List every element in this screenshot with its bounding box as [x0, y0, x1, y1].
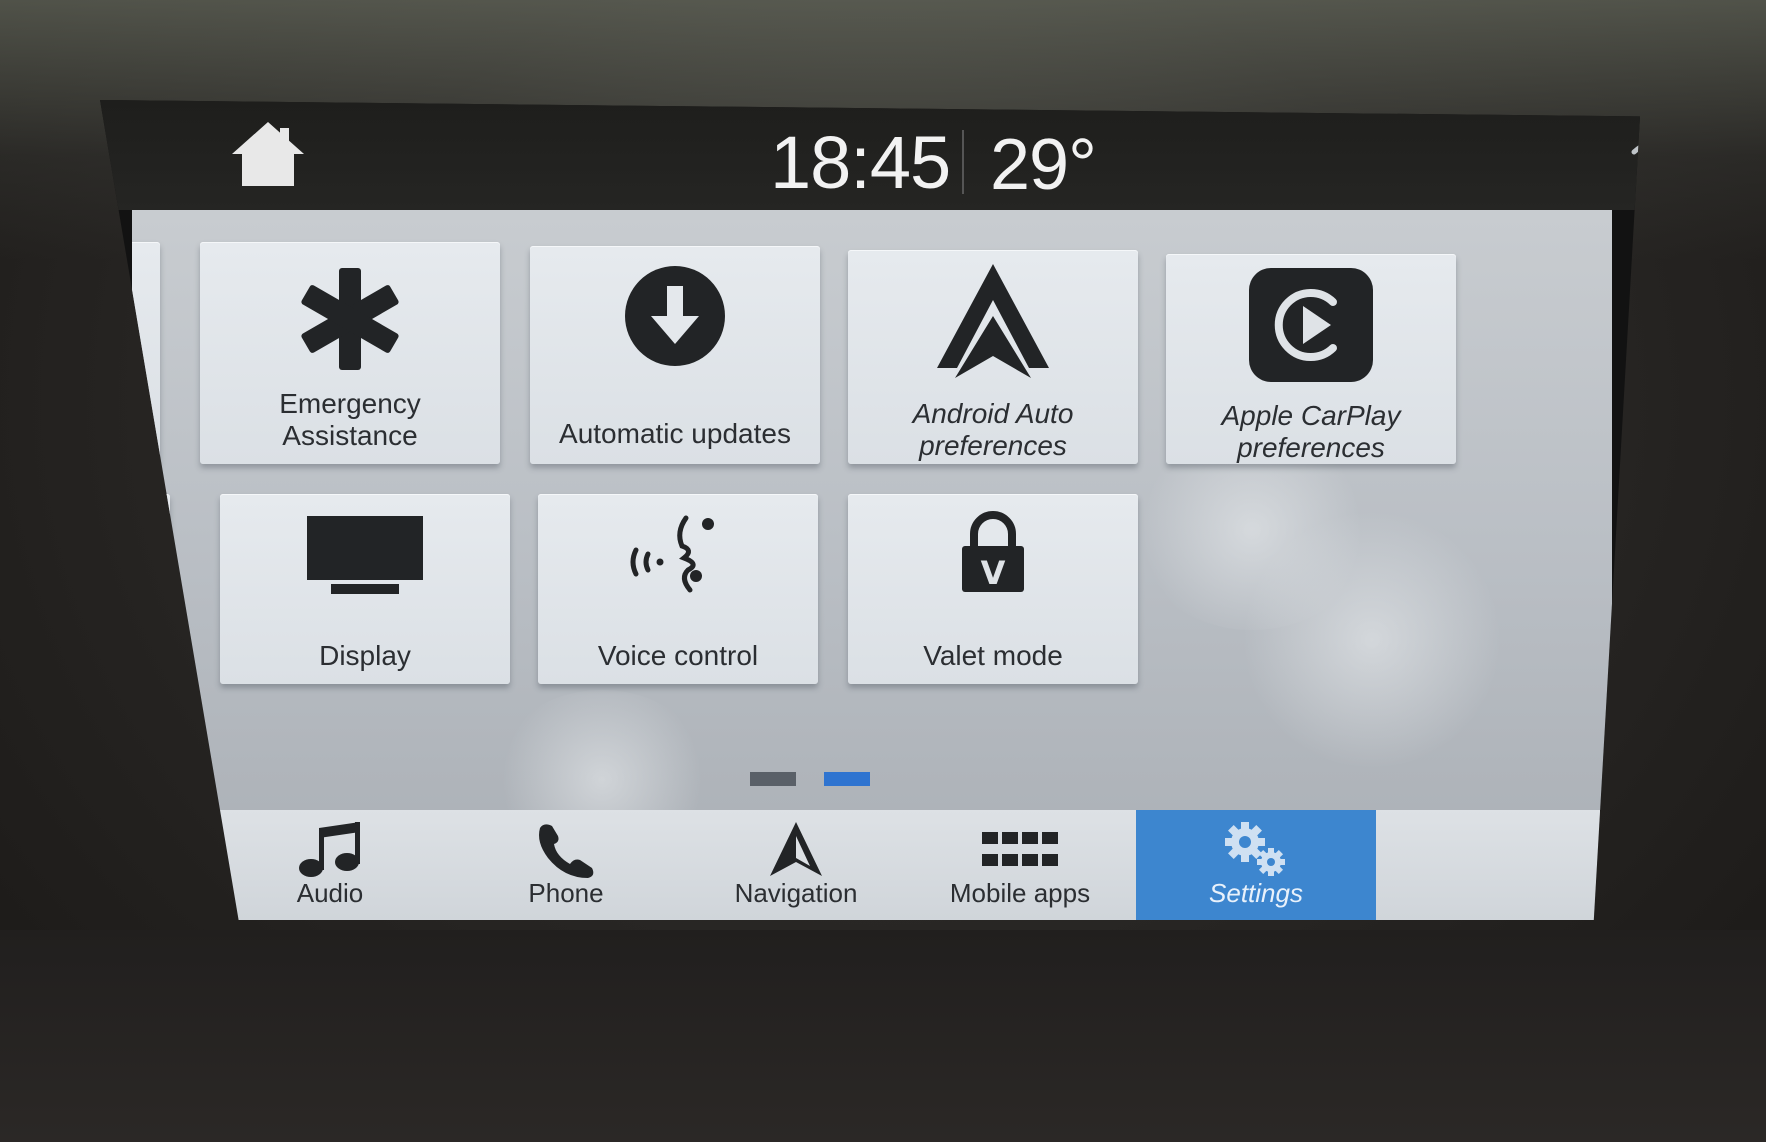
- nav-mobile-apps[interactable]: Mobile apps: [890, 810, 1150, 910]
- tile-label: Automatic updates: [559, 418, 791, 449]
- nav-settings[interactable]: Settings: [1136, 810, 1376, 920]
- wifi-info-icon[interactable]: [1630, 128, 1640, 200]
- nav-audio[interactable]: Audio: [200, 810, 460, 910]
- carplay-icon: [1247, 266, 1375, 389]
- bottom-nav: Audio Phone Navigation Mobile apps Setti…: [200, 810, 1600, 920]
- page-dot-2[interactable]: [824, 772, 870, 786]
- android-auto-icon: [933, 260, 1053, 385]
- navigation-arrow-icon: [768, 820, 824, 883]
- asterisk-icon: [295, 264, 405, 379]
- music-note-icon: [297, 820, 363, 885]
- tile-automatic-updates[interactable]: Automatic updates: [530, 246, 820, 464]
- nav-label: Audio: [296, 878, 364, 908]
- tile-label: Apple CarPlay preferences: [1221, 400, 1401, 463]
- partial-tile: [132, 242, 160, 464]
- settings-content: Emergency Assistance Automatic updates A…: [132, 210, 1612, 810]
- nav-label: Mobile apps: [949, 878, 1091, 908]
- outside-temperature: 29°: [990, 125, 1097, 205]
- sync-screen: 18:45 29° Emergency Assistance Automatic…: [100, 100, 1640, 920]
- phone-icon: [534, 820, 598, 885]
- tile-valet-mode[interactable]: V Valet mode: [848, 494, 1138, 684]
- gears-icon: [1221, 820, 1291, 885]
- dashboard-trim: [0, 930, 1766, 1142]
- home-icon[interactable]: [228, 118, 308, 190]
- clock: 18:45: [770, 121, 951, 204]
- status-bar: 18:45 29°: [100, 100, 1640, 210]
- voice-control-icon: [628, 510, 728, 605]
- tile-label: Emergency Assistance: [279, 388, 421, 451]
- tile-voice-control[interactable]: Voice control: [538, 494, 818, 684]
- valet-lock-icon: V: [958, 510, 1028, 599]
- tile-display[interactable]: Display: [220, 494, 510, 684]
- page-dot-1[interactable]: [750, 772, 796, 786]
- nav-phone[interactable]: Phone: [436, 810, 696, 910]
- download-arrow-icon: [623, 264, 727, 373]
- tile-label: Android Auto preferences: [912, 398, 1074, 461]
- app-grid-icon: [980, 830, 1060, 875]
- tile-emergency-assistance[interactable]: Emergency Assistance: [200, 242, 500, 464]
- nav-label: Settings: [1209, 878, 1303, 908]
- svg-text:V: V: [981, 554, 1006, 592]
- nav-label: Navigation: [734, 878, 858, 908]
- tile-label: Display: [319, 640, 411, 671]
- bokeh-light: [492, 690, 712, 810]
- tile-apple-carplay-preferences[interactable]: Apple CarPlay preferences: [1166, 254, 1456, 464]
- display-icon: [305, 514, 425, 603]
- tile-android-auto-preferences[interactable]: Android Auto preferences: [848, 250, 1138, 464]
- tile-label: Voice control: [597, 640, 759, 671]
- tile-label: Valet mode: [923, 640, 1063, 671]
- page-indicator: [100, 772, 1640, 792]
- status-divider: [962, 130, 964, 194]
- nav-label: Phone: [528, 878, 604, 908]
- nav-navigation[interactable]: Navigation: [666, 810, 926, 910]
- partial-tile: [132, 494, 170, 684]
